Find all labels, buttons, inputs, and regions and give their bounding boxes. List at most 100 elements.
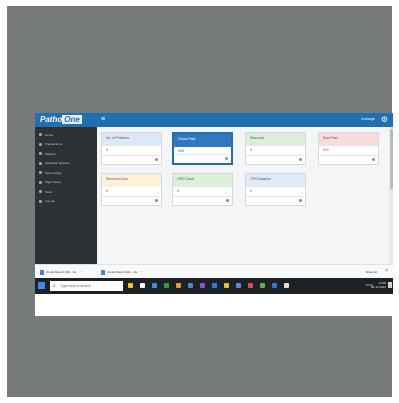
clock-date: 09-11-2022 <box>370 285 386 289</box>
close-icon[interactable]: × <box>385 268 388 274</box>
card-value: 0 <box>250 148 252 152</box>
arrow-circle-icon[interactable] <box>155 199 158 202</box>
arrow-circle-icon[interactable] <box>299 158 302 161</box>
sidebar-item-label: Home <box>45 132 54 137</box>
sidebar-item-page-setup[interactable]: Page Setup › <box>35 178 97 188</box>
chevron-right-icon: › <box>93 142 94 147</box>
sidebar-item-log-out[interactable]: Log out <box>35 197 97 207</box>
card-title: No. of Patients <box>102 133 161 146</box>
card-gross-paid[interactable]: Gross Paid 908 <box>172 132 233 165</box>
scrollbar-thumb[interactable] <box>389 129 393 189</box>
sidebar-item-label: Page Setup <box>45 180 61 185</box>
sidebar-menu: Home Transactions › Masters › Collection R… <box>35 130 97 206</box>
vertical-scrollbar[interactable] <box>389 127 393 264</box>
taskbar-app-icon[interactable] <box>260 283 265 288</box>
windows-taskbar: ⌕ Type here to search ^ ENG 12:08 09-11-20… <box>35 278 393 294</box>
screen-bottom-margin <box>35 294 393 316</box>
download-item[interactable]: Credit Report (2b)...xls ^ <box>40 268 82 276</box>
file-icon <box>40 269 44 275</box>
logout-icon <box>39 199 42 203</box>
chevron-right-icon: › <box>93 189 94 194</box>
page-icon <box>39 180 42 184</box>
sidebar: Patho One Home Transactions › Masters › Col… <box>35 113 97 264</box>
card-value: 0 <box>106 148 108 152</box>
taskbar-app-icon[interactable] <box>200 283 205 288</box>
wrench-icon <box>39 190 42 194</box>
card-footer <box>319 155 378 164</box>
sidebar-item-label: Collection Reports <box>45 161 70 166</box>
show-all-link[interactable]: Show all <box>366 270 377 274</box>
arrow-circle-icon[interactable] <box>225 157 228 160</box>
taskbar-app-icon[interactable] <box>272 283 277 288</box>
card-no-of-patients[interactable]: No. of Patients 0 <box>101 132 162 165</box>
card-value: 0 <box>177 189 179 193</box>
sidebar-item-masters[interactable]: Masters › <box>35 149 97 159</box>
card-discount[interactable]: Discount 0 <box>245 132 306 165</box>
card-title: Discount <box>246 133 305 146</box>
arrow-circle-icon[interactable] <box>299 199 302 202</box>
screenshot: Patho One Home Transactions › Masters › Col… <box>35 113 393 316</box>
taskbar-app-icon[interactable] <box>188 283 193 288</box>
logo-text: Patho <box>40 115 63 124</box>
search-icon: ⌕ <box>53 283 56 289</box>
card-title: Gross Paid <box>174 134 231 147</box>
card-title: OPD Balance <box>246 174 305 187</box>
sidebar-item-tools[interactable]: Tools › <box>35 187 97 197</box>
card-due-paid[interactable]: Due Paid 500 <box>318 132 379 165</box>
chevron-up-icon[interactable]: ^ <box>141 270 142 274</box>
sidebar-item-label: Masters <box>45 151 56 156</box>
download-name: Credit Report (2b)...xls <box>46 270 77 274</box>
taskbar-app-icon[interactable] <box>224 283 229 288</box>
card-opd-cash[interactable]: OPD Cash 0 <box>172 173 233 206</box>
arrow-circle-icon[interactable] <box>372 158 375 161</box>
card-value: 0 <box>250 189 252 193</box>
taskbar-app-icon[interactable] <box>140 283 145 288</box>
taskbar-app-icon[interactable] <box>176 283 181 288</box>
taskbar-clock[interactable]: 12:08 09-11-2022 <box>371 281 386 289</box>
taskbar-app-icon[interactable] <box>248 283 253 288</box>
logo-badge: One <box>62 115 82 124</box>
download-name: Credit Report (2b)...xls <box>107 270 138 274</box>
hamburger-icon[interactable]: ≡ <box>101 116 105 123</box>
download-item[interactable]: Credit Report (2b)...xls ^ <box>101 268 143 276</box>
taskbar-search-input[interactable]: ⌕ Type here to search <box>50 281 123 291</box>
card-opd-balance[interactable]: OPD Balance 0 <box>245 173 306 206</box>
database-icon <box>39 152 42 156</box>
card-value: 0 <box>106 189 108 193</box>
windows-start-icon[interactable] <box>38 282 45 289</box>
sidebar-item-label: Transactions <box>45 142 63 147</box>
taskbar-app-icon[interactable] <box>212 283 217 288</box>
card-title: Due Paid <box>319 133 378 146</box>
taskbar-app-icon[interactable] <box>152 283 157 288</box>
card-value: 500 <box>323 148 329 152</box>
chevron-right-icon: › <box>93 180 94 185</box>
card-footer <box>174 154 231 163</box>
card-value: 908 <box>178 149 184 153</box>
arrow-circle-icon[interactable] <box>226 199 229 202</box>
taskbar-app-icon[interactable] <box>164 283 169 288</box>
card-footer <box>102 155 161 164</box>
dashboard-content: No. of Patients 0 Gross Paid 908 Discoun… <box>97 127 393 264</box>
card-footer <box>246 155 305 164</box>
sidebar-item-test-listings[interactable]: Test Listings › <box>35 168 97 178</box>
taskbar-app-icon[interactable] <box>236 283 241 288</box>
gear-icon[interactable]: ⚙ <box>381 115 388 124</box>
card-footer <box>173 196 232 205</box>
chevron-up-icon[interactable]: ^ <box>80 270 81 274</box>
sidebar-item-transactions[interactable]: Transactions › <box>35 140 97 150</box>
app-logo[interactable]: Patho One <box>35 113 97 127</box>
home-icon <box>39 133 42 137</box>
arrow-circle-icon[interactable] <box>155 158 158 161</box>
card-footer <box>246 196 305 205</box>
notification-icon[interactable] <box>388 282 392 288</box>
sidebar-item-collection-reports[interactable]: Collection Reports <box>35 159 97 169</box>
taskbar-app-icon[interactable] <box>284 283 289 288</box>
card-received-due[interactable]: Received Due 0 <box>101 173 162 206</box>
taskbar-app-icon[interactable] <box>128 283 133 288</box>
top-bar: ≡ Incharge ⚙ <box>97 113 393 127</box>
user-menu[interactable]: Incharge <box>361 117 375 121</box>
outer-frame: Patho One Home Transactions › Masters › Col… <box>7 6 393 397</box>
report-icon <box>39 161 42 165</box>
flask-icon <box>39 171 42 175</box>
sidebar-item-home[interactable]: Home <box>35 130 97 140</box>
